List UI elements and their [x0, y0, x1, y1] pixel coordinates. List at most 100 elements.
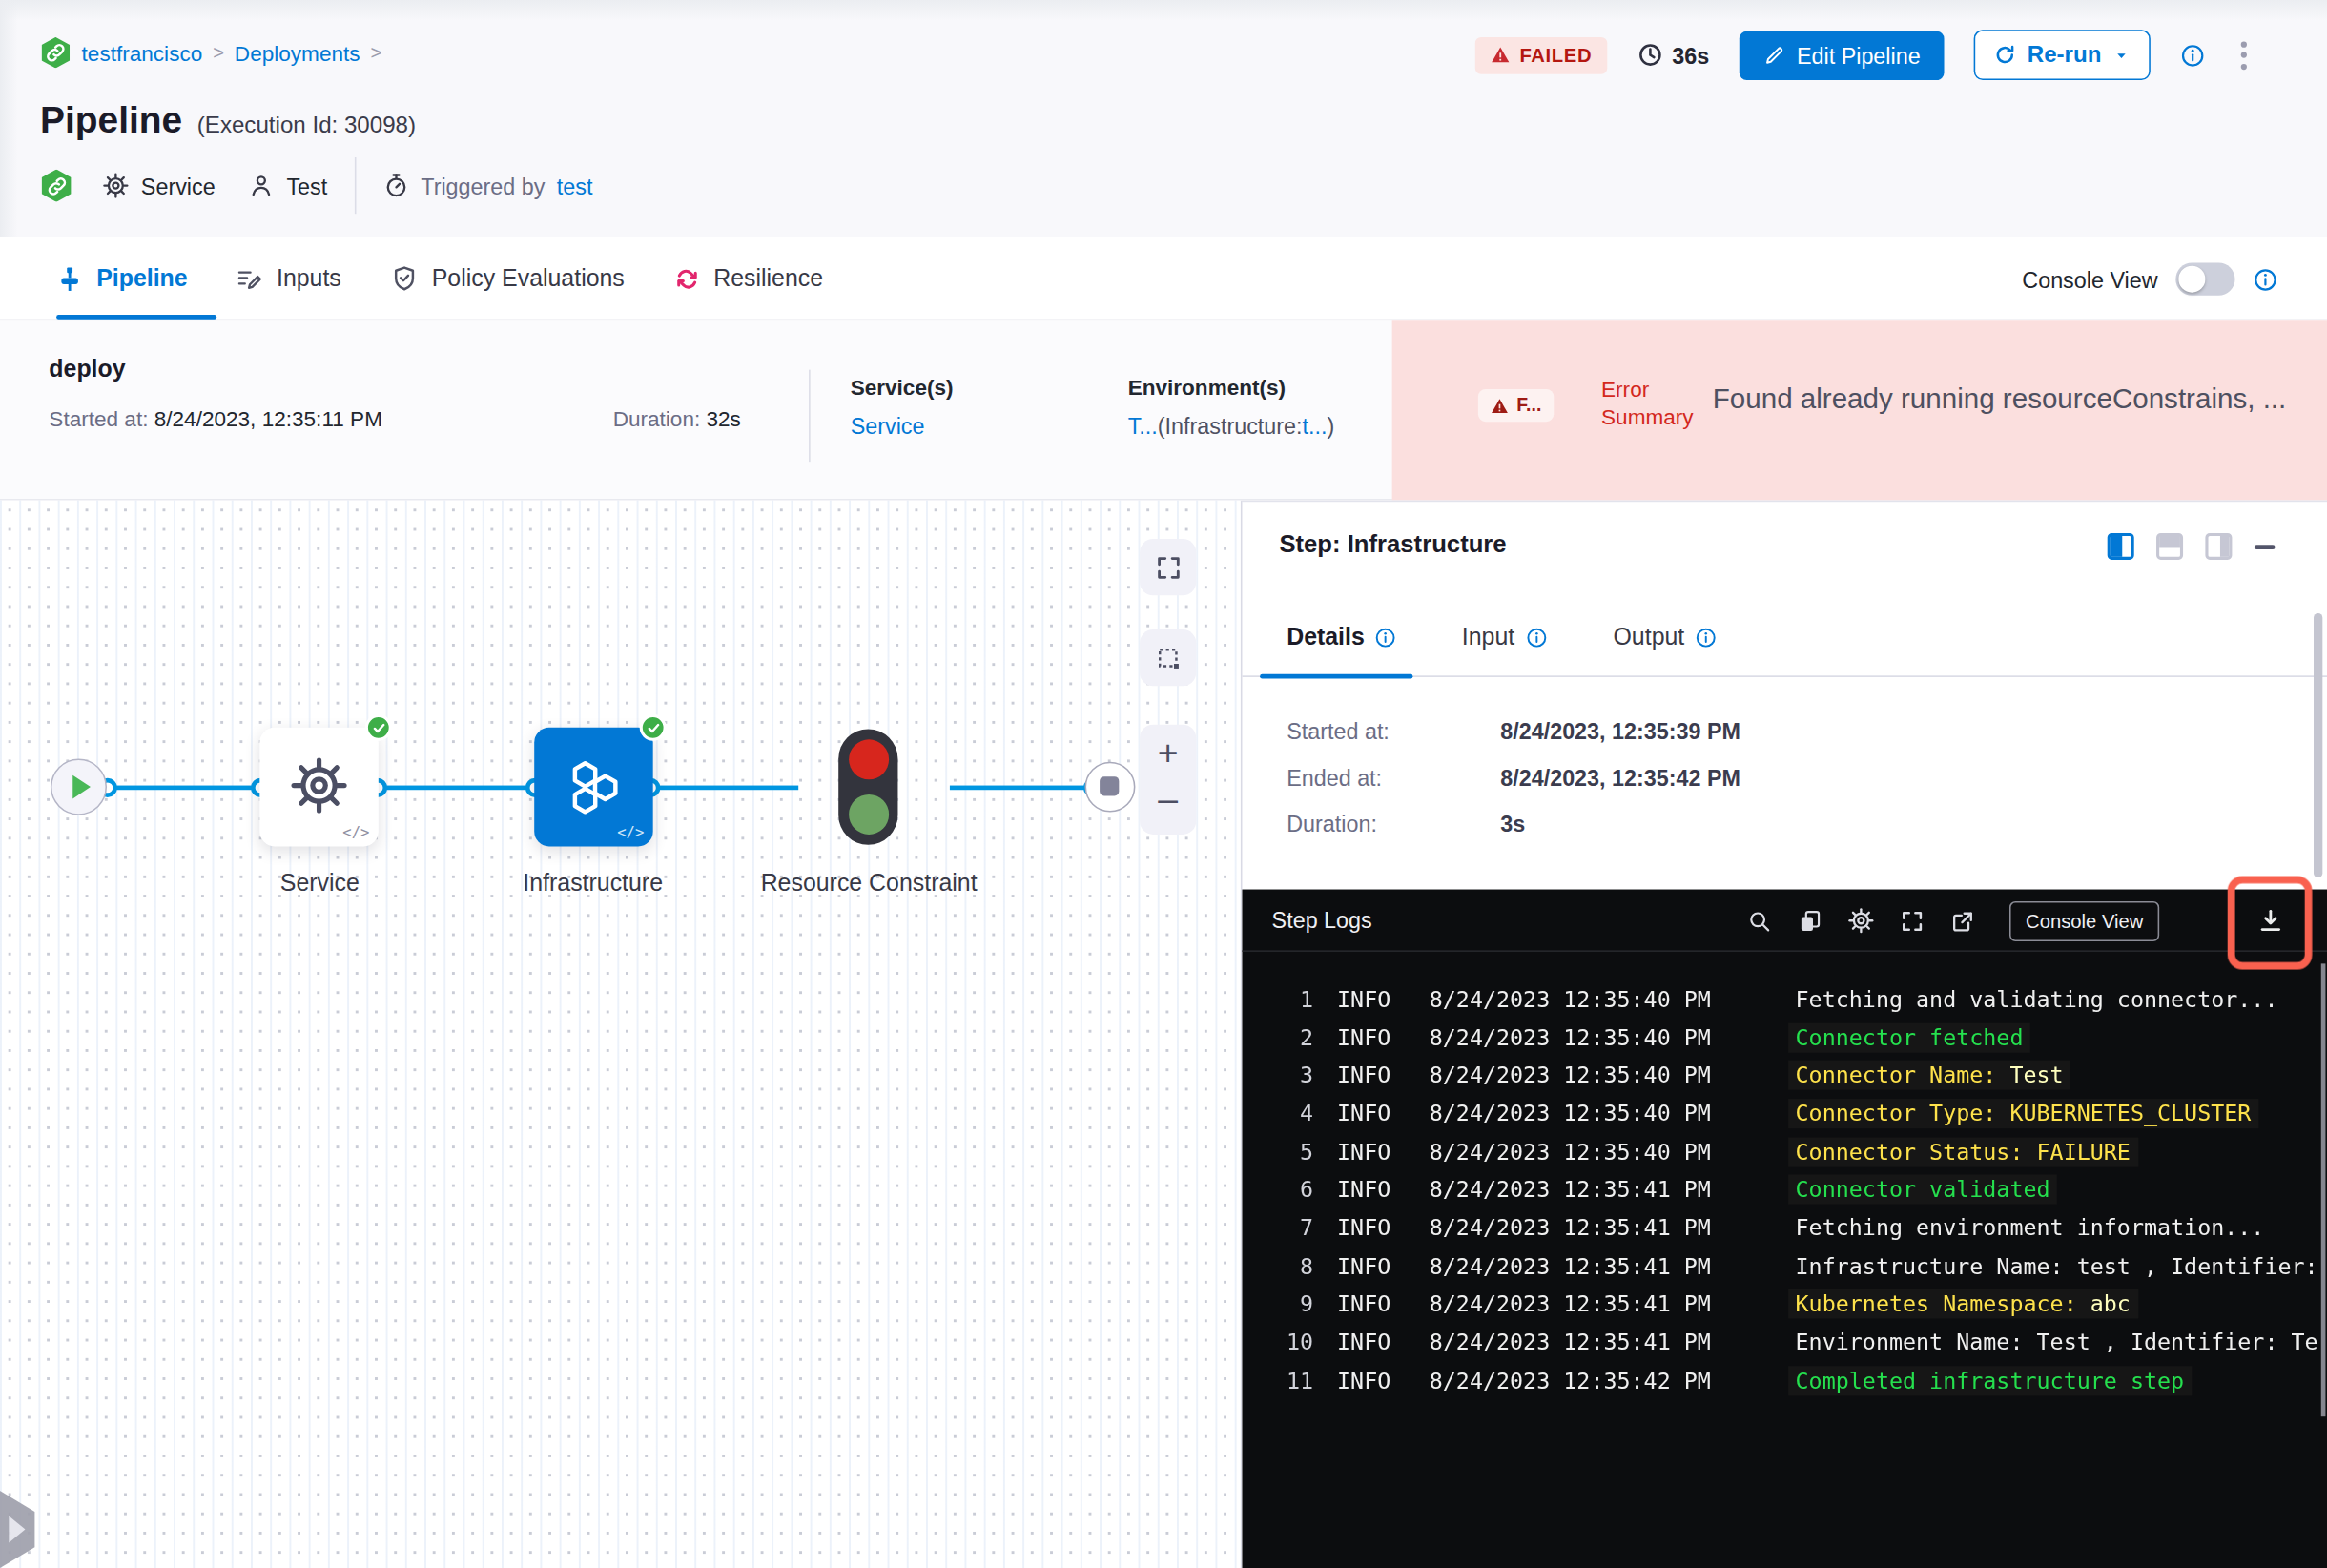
scrollbar[interactable] [2314, 613, 2322, 877]
breadcrumb-link[interactable]: testfrancisco [82, 41, 203, 65]
services-header: Service(s) [851, 376, 954, 400]
tab-details[interactable]: Details [1287, 624, 1397, 650]
stage-name: deploy [49, 357, 125, 383]
shield-check-icon [390, 264, 419, 293]
code-icon: </> [617, 824, 644, 840]
title-row: Pipeline (Execution Id: 30098) [40, 98, 416, 141]
error-summary-label: Error Summary [1601, 376, 1694, 432]
info-icon [1695, 626, 1717, 648]
layout-bottom-icon[interactable] [2156, 533, 2183, 560]
start-node[interactable] [51, 759, 107, 815]
triggered-by: Triggered by test [382, 173, 593, 199]
gear-icon[interactable] [1847, 907, 1874, 934]
zoom-out-button[interactable]: – [1140, 771, 1196, 826]
external-link-icon[interactable] [1950, 908, 1975, 933]
inputs-icon [237, 265, 263, 292]
chevron-right-icon [9, 1516, 25, 1543]
info-icon[interactable] [2180, 42, 2205, 67]
green-light [848, 794, 888, 835]
step-logs-panel: Step Logs Console View 1INFO8/24/2023 12… [1242, 890, 2327, 1568]
resilience-icon [673, 265, 700, 292]
environment-link[interactable]: T...(Infrastructure:t...) [1128, 413, 1335, 438]
log-line: 5INFO8/24/2023 12:35:40 PMConnector Stat… [1242, 1132, 2327, 1170]
log-line: 3INFO8/24/2023 12:35:40 PMConnector Name… [1242, 1056, 2327, 1094]
tab-resilience[interactable]: Resilience [673, 237, 823, 320]
console-view-button[interactable]: Console View [2009, 900, 2160, 940]
fullscreen-icon[interactable] [1900, 908, 1925, 933]
active-tab-indicator [1260, 673, 1412, 678]
error-summary-message: Found already running resourceConstrains… [1713, 383, 2306, 416]
gear-icon [102, 173, 129, 199]
service-link[interactable]: Service [851, 413, 925, 438]
tab-output[interactable]: Output [1614, 624, 1718, 650]
more-options-menu[interactable] [2235, 35, 2254, 75]
log-line: 7INFO8/24/2023 12:35:41 PMFetching envir… [1242, 1208, 2327, 1247]
node-service-label: Service [205, 863, 435, 903]
log-line: 4INFO8/24/2023 12:35:40 PMConnector Type… [1242, 1094, 2327, 1132]
tab-pipeline[interactable]: Pipeline [56, 237, 187, 320]
node-service[interactable]: </> [259, 728, 378, 847]
info-icon[interactable] [2253, 266, 2277, 291]
header-actions: FAILED 36s Edit Pipeline Re-run [1475, 30, 2253, 80]
graph-edge [650, 785, 799, 790]
breadcrumb-separator: > [370, 42, 381, 64]
tab-output-label: Output [1614, 624, 1685, 650]
rerun-label: Re-run [2028, 42, 2102, 69]
marquee-select-button[interactable] [1140, 629, 1196, 686]
log-line: 1INFO8/24/2023 12:35:40 PMFetching and v… [1242, 980, 2327, 1018]
error-badge-label: F... [1516, 395, 1541, 416]
clock-icon [1637, 42, 1663, 69]
step-logs-header: Step Logs Console View [1242, 890, 2327, 952]
node-resource-constraint[interactable] [838, 729, 897, 844]
log-line: 8INFO8/24/2023 12:35:41 PMInfrastructure… [1242, 1247, 2327, 1285]
triggered-by-label: Triggered by [421, 173, 545, 197]
environments-header: Environment(s) [1128, 376, 1286, 400]
node-infrastructure[interactable]: </> [534, 728, 652, 847]
layout-left-icon[interactable] [2108, 533, 2134, 560]
cd-module-icon [40, 37, 72, 69]
pipeline-icon [56, 265, 83, 292]
step-logs-title: Step Logs [1272, 907, 1372, 932]
environment-value-part[interactable]: T... [1128, 413, 1158, 438]
test-meta-label: Test [286, 173, 327, 197]
log-line: 11INFO8/24/2023 12:35:42 PMCompleted inf… [1242, 1361, 2327, 1399]
execution-summary: deploy Started at: 8/24/2023, 12:35:11 P… [0, 320, 2327, 500]
end-node[interactable] [1085, 762, 1136, 813]
breadcrumb: testfrancisco > Deployments > [40, 37, 381, 69]
success-check-icon [365, 714, 392, 741]
console-view-toggle[interactable] [2175, 263, 2234, 296]
environment-value-part[interactable]: t... [1303, 413, 1328, 438]
red-light [848, 739, 888, 779]
copy-icon[interactable] [1797, 908, 1822, 933]
search-icon[interactable] [1747, 908, 1772, 933]
tab-input[interactable]: Input [1462, 624, 1548, 650]
step-tabs: Details Input Output [1242, 643, 2327, 677]
expand-panel-button[interactable] [0, 1491, 38, 1568]
layout-right-icon[interactable] [2205, 533, 2232, 560]
log-line: 6INFO8/24/2023 12:35:41 PMConnector vali… [1242, 1170, 2327, 1208]
service-meta-label: Service [141, 173, 216, 197]
minimize-panel-button[interactable] [2255, 545, 2276, 549]
rerun-button[interactable]: Re-run [1974, 30, 2151, 80]
started-at: Started at: 8/24/2023, 12:35:11 PM [49, 407, 382, 431]
graph-edge [107, 785, 261, 790]
cd-module-icon [40, 169, 72, 201]
breadcrumb-separator: > [213, 42, 224, 64]
triggered-by-user[interactable]: test [557, 173, 593, 197]
edit-pipeline-label: Edit Pipeline [1797, 42, 1921, 67]
tab-policy-evaluations[interactable]: Policy Evaluations [390, 237, 625, 320]
user-icon [248, 173, 275, 199]
tab-inputs[interactable]: Inputs [237, 237, 341, 320]
divider [809, 370, 811, 463]
log-lines: 1INFO8/24/2023 12:35:40 PMFetching and v… [1242, 952, 2327, 1399]
edit-pipeline-button[interactable]: Edit Pipeline [1739, 31, 1944, 79]
node-resource-constraint-label: Resource Constraint [754, 863, 984, 903]
panel-layout-controls [2108, 533, 2276, 560]
breadcrumb-link[interactable]: Deployments [235, 41, 360, 65]
scrollbar[interactable] [2320, 963, 2325, 1416]
code-icon: </> [342, 824, 369, 840]
play-icon [72, 775, 91, 799]
page: testfrancisco > Deployments > FAILED 36s Ed… [0, 0, 2327, 1568]
elapsed-label: 36s [1672, 42, 1709, 67]
fit-to-screen-button[interactable] [1140, 539, 1196, 595]
